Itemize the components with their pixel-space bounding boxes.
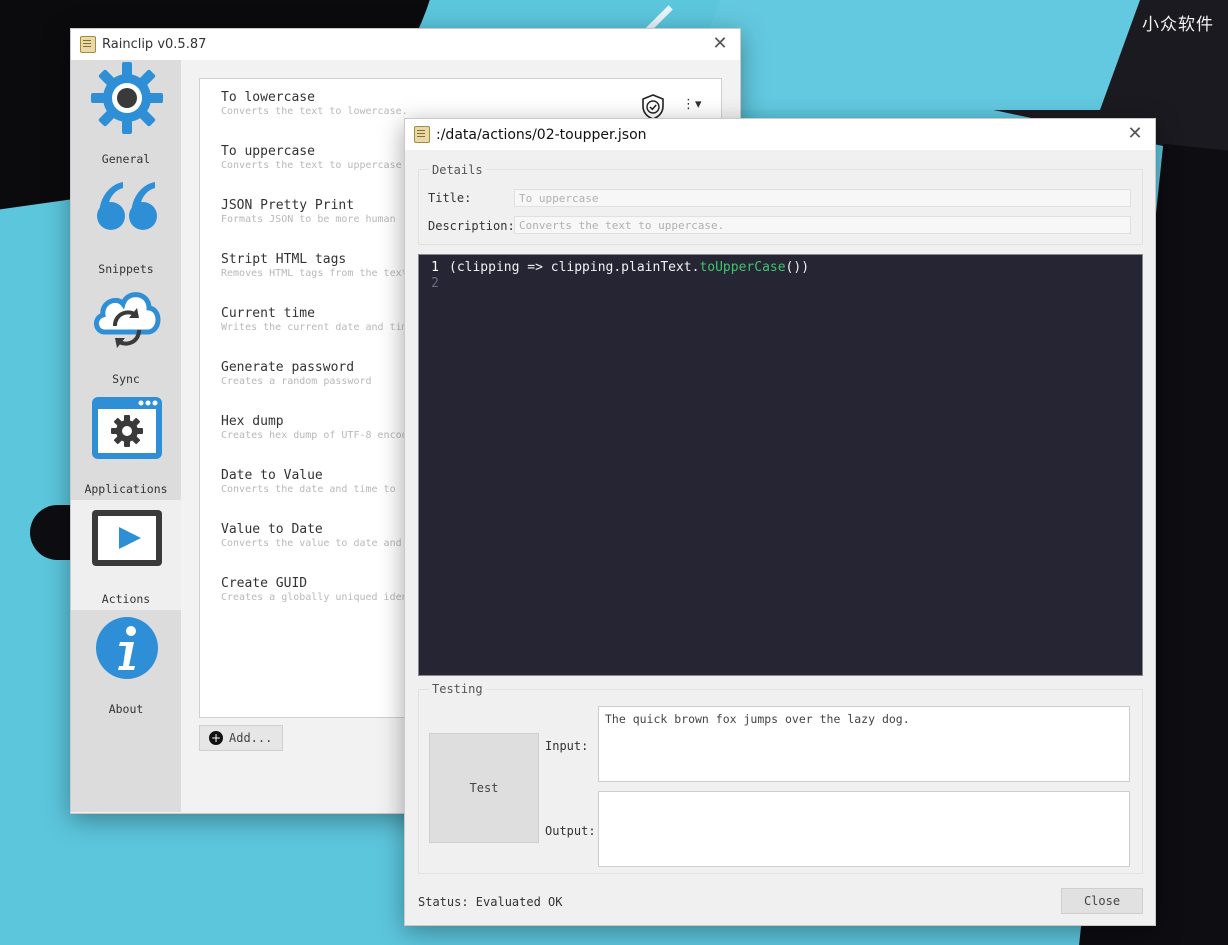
sidebar-item-sync[interactable]: Sync: [71, 280, 181, 390]
shield-check-icon[interactable]: [641, 94, 665, 120]
close-icon[interactable]: ✕: [1125, 124, 1145, 144]
action-editor-dialog: :/data/actions/02-toupper.json ✕ Details…: [404, 118, 1156, 926]
more-menu-icon[interactable]: ⋮▾: [682, 97, 704, 117]
sidebar: General Snippets Sync Applications Actio…: [71, 60, 181, 812]
action-title: To lowercase: [221, 90, 315, 105]
add-button-label: Add...: [229, 731, 273, 745]
window-title: Rainclip v0.5.87: [102, 37, 207, 52]
testing-label: Testing: [429, 682, 486, 696]
action-description: Converts the text to lowercase.: [221, 106, 408, 117]
dialog-titlebar[interactable]: :/data/actions/02-toupper.json ✕: [405, 119, 1155, 150]
code-text: (clipping => clipping.plainText.: [449, 260, 700, 275]
close-button[interactable]: Close: [1061, 888, 1143, 914]
sidebar-item-snippets[interactable]: Snippets: [71, 170, 181, 280]
sidebar-item-actions[interactable]: Actions: [71, 500, 181, 610]
input-label: Input:: [545, 739, 589, 753]
status-text: Status: Evaluated OK: [418, 895, 563, 909]
line-number: 2: [431, 276, 439, 291]
sidebar-label: Sync: [112, 372, 140, 386]
test-button[interactable]: Test: [429, 733, 539, 843]
sidebar-item-general[interactable]: General: [71, 60, 181, 170]
input-textarea[interactable]: The quick brown fox jumps over the lazy …: [598, 706, 1130, 782]
line-number: 1: [431, 260, 439, 275]
title-label: Title:: [428, 191, 472, 205]
output-label: Output:: [545, 824, 596, 838]
sidebar-label: Snippets: [98, 262, 154, 276]
app-settings-icon: [92, 397, 162, 459]
clipboard-icon: [414, 126, 430, 143]
sidebar-label: About: [108, 702, 144, 716]
gear-icon: [91, 62, 163, 134]
main-titlebar[interactable]: Rainclip v0.5.87 ✕: [71, 29, 740, 60]
play-icon: [92, 510, 162, 566]
output-textarea[interactable]: [598, 791, 1130, 867]
watermark: 小众软件: [1142, 15, 1214, 35]
cloud-sync-icon: [94, 292, 161, 348]
description-label: Description:: [428, 219, 515, 233]
sidebar-label: Applications: [84, 482, 168, 496]
sidebar-item-about[interactable]: About: [71, 610, 181, 720]
code-editor[interactable]: 1 (clipping => clipping.plainText.toUpper…: [418, 254, 1143, 676]
info-icon: [96, 617, 158, 679]
clipboard-icon: [80, 36, 96, 53]
plus-icon: +: [209, 731, 223, 745]
sidebar-label: General: [101, 152, 151, 166]
code-text: ()): [785, 260, 810, 275]
add-button[interactable]: + Add...: [199, 725, 283, 751]
dialog-title: :/data/actions/02-toupper.json: [436, 126, 647, 143]
close-icon[interactable]: ✕: [710, 34, 730, 54]
sidebar-item-applications[interactable]: Applications: [71, 390, 181, 500]
title-field[interactable]: To uppercase: [514, 189, 1131, 207]
code-line: 1 (clipping => clipping.plainText.toUpper…: [419, 260, 809, 276]
code-line: 2: [419, 276, 449, 292]
details-label: Details: [429, 163, 486, 177]
quote-icon: [97, 182, 157, 230]
sidebar-label: Actions: [101, 592, 151, 606]
code-method: toUpperCase: [699, 260, 786, 275]
description-field[interactable]: Converts the text to uppercase.: [514, 216, 1131, 234]
